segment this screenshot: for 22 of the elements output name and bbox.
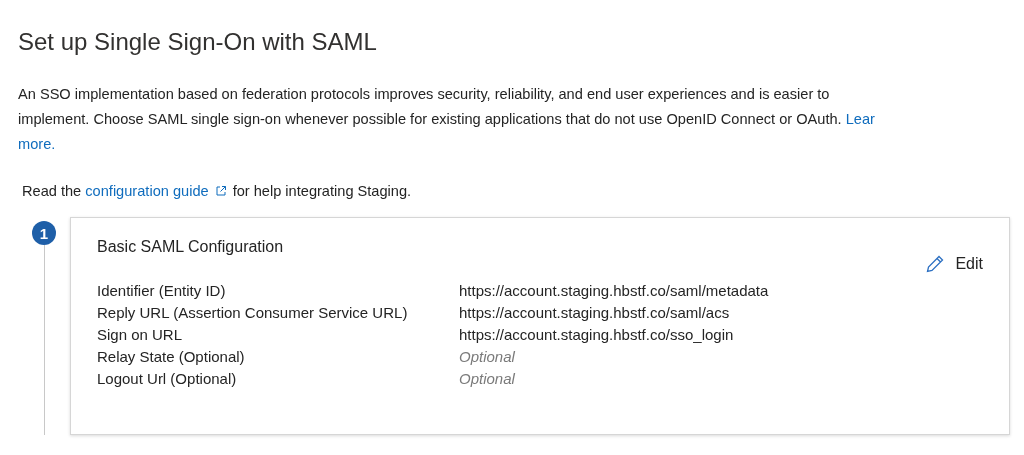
field-value: https://account.staging.hbstf.co/sso_login <box>459 326 735 343</box>
field-label: Reply URL (Assertion Consumer Service URL) <box>97 304 409 321</box>
external-link-icon <box>214 185 227 197</box>
step-number: 1 <box>32 221 56 245</box>
configuration-guide-link[interactable]: configuration guide <box>85 183 209 199</box>
edit-button[interactable]: Edit <box>925 254 983 274</box>
card-title: Basic SAML Configuration <box>97 238 284 257</box>
field-label: Identifier (Entity ID) <box>97 282 227 299</box>
placeholder-text: Optional <box>459 370 516 387</box>
field-label: Sign on URL <box>97 326 184 343</box>
pencil-icon <box>925 254 946 274</box>
description-text: An SSO implementation based on federation protocols improves security, reliability, and end user experiences and is easier to implement. Choose SAML single sign-on whenever possible for existing applications that do not use OpenID Connect or OAuth. Lear more. <box>18 85 876 154</box>
learn-more-link[interactable]: more. <box>18 136 56 152</box>
field-label: Logout Url (Optional) <box>97 370 238 387</box>
field-value: https://account.staging.hbstf.co/saml/metadata <box>459 282 770 299</box>
guide-text: Read the <box>22 183 83 199</box>
field-label: Relay State (Optional) <box>97 348 246 365</box>
field-value: https://account.staging.hbstf.co/saml/acs <box>459 304 731 321</box>
guide-text: for help integrating Staging. <box>232 183 412 199</box>
page-title: Set up Single Sign-On with SAML <box>18 28 378 56</box>
learn-more-link[interactable]: Lear <box>845 111 875 127</box>
placeholder-text: Optional <box>459 348 516 365</box>
